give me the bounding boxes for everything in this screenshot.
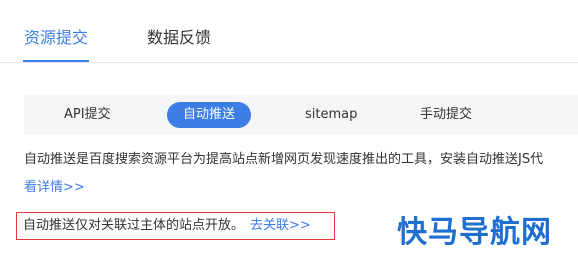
notice-text: 自动推送仅对关联过主体的站点开放。 — [23, 218, 245, 233]
subtab-api-submit[interactable]: API提交 — [64, 102, 111, 128]
auto-push-description: 自动推送是百度搜索资源平台为提高站点新增网页发现速度推出的工具，安装自动推送JS… — [24, 152, 544, 167]
notice-box: 自动推送仅对关联过主体的站点开放。 去关联>> — [16, 212, 335, 240]
top-tab-bar: 资源提交 数据反馈 — [0, 0, 578, 63]
tab-resource-submit[interactable]: 资源提交 — [24, 27, 88, 49]
see-details-link[interactable]: 看详情>> — [24, 178, 85, 198]
subtab-auto-push[interactable]: 自动推送 — [167, 102, 251, 128]
active-tab-underline — [23, 60, 89, 62]
go-associate-link[interactable]: 去关联>> — [250, 218, 311, 233]
subtab-sitemap[interactable]: sitemap — [305, 102, 357, 128]
tab-data-feedback[interactable]: 数据反馈 — [147, 27, 211, 49]
sub-tab-bar: API提交 自动推送 sitemap 手动提交 — [24, 95, 578, 135]
watermark-logo: 快马导航网 — [397, 215, 552, 250]
subtab-manual-submit[interactable]: 手动提交 — [420, 102, 472, 128]
